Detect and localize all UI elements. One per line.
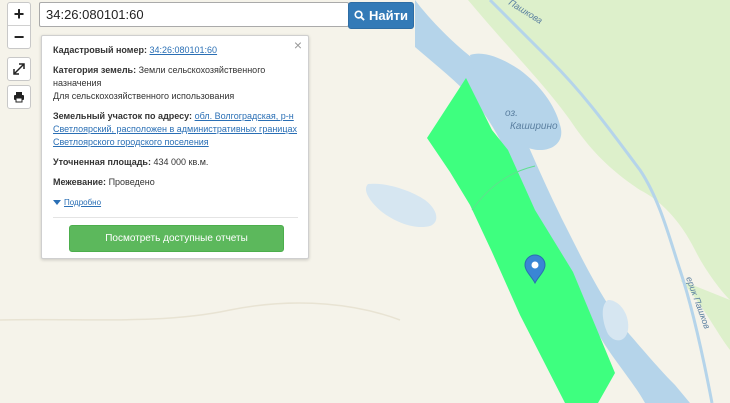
parcel-info-popup: × Кадастровый номер: 34:26:080101:60 Кат… xyxy=(41,35,309,259)
lake-label-prefix: оз. xyxy=(505,108,518,119)
search-icon xyxy=(354,10,365,21)
details-toggle[interactable]: Подробно xyxy=(53,196,298,209)
search-button[interactable]: Найти xyxy=(348,2,414,29)
survey-row: Межевание: Проведено xyxy=(53,176,298,189)
category-row: Категория земель: Земли сельскохозяйстве… xyxy=(53,64,298,103)
close-icon[interactable]: × xyxy=(294,38,302,52)
area-row: Уточненная площадь: 434 000 кв.м. xyxy=(53,156,298,169)
printer-icon xyxy=(14,92,24,103)
details-link[interactable]: Подробно xyxy=(64,196,101,209)
cadastral-search-input[interactable] xyxy=(39,2,349,27)
search-button-label: Найти xyxy=(369,8,408,23)
expand-icon xyxy=(13,63,25,75)
popup-divider xyxy=(53,217,298,218)
fullscreen-button[interactable] xyxy=(7,57,31,81)
address-label: Земельный участок по адресу: xyxy=(53,111,193,121)
category-label: Категория земель: xyxy=(53,65,137,75)
zoom-control: + − xyxy=(7,2,31,49)
area-label: Уточненная площадь: xyxy=(53,157,151,167)
survey-value: Проведено xyxy=(108,177,155,187)
cadastral-row: Кадастровый номер: 34:26:080101:60 xyxy=(53,44,298,57)
triangle-down-icon xyxy=(53,200,61,205)
lake-label-name: Каширино xyxy=(510,121,558,132)
zoom-in-button[interactable]: + xyxy=(8,3,30,25)
cadastral-label: Кадастровый номер: xyxy=(53,45,147,55)
print-button[interactable] xyxy=(7,85,31,109)
zoom-out-button[interactable]: − xyxy=(8,25,30,48)
address-row: Земельный участок по адресу: обл. Волгог… xyxy=(53,110,298,149)
use-value: Для сельскохозяйственного использования xyxy=(53,91,235,101)
cadastral-number-link[interactable]: 34:26:080101:60 xyxy=(149,45,217,55)
view-reports-button[interactable]: Посмотреть доступные отчеты xyxy=(69,225,284,252)
area-value: 434 000 кв.м. xyxy=(153,157,209,167)
survey-label: Межевание: xyxy=(53,177,107,187)
